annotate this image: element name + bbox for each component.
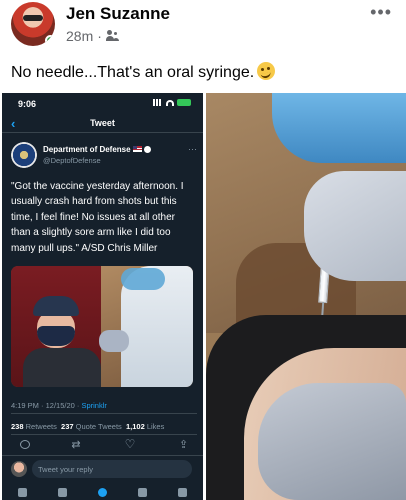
- quotes-label: Quote Tweets: [75, 422, 122, 431]
- tweet-nav-title: Tweet: [90, 118, 115, 128]
- blue-sleeve-shape: [272, 93, 406, 163]
- face-mask-shape: [37, 326, 75, 346]
- tab-bar: [2, 484, 203, 500]
- reply-avatar: [11, 461, 27, 477]
- caption-text: No needle...That's an oral syringe.: [11, 64, 255, 81]
- likes-count: 1,102: [125, 422, 145, 431]
- cap-shape: [33, 296, 79, 316]
- post-caption: No needle...That's an oral syringe.: [11, 62, 276, 82]
- reply-icon: [20, 440, 30, 449]
- online-status-icon: [45, 35, 55, 46]
- tweet-photo: [11, 266, 193, 387]
- reply-bar: Tweet your reply: [2, 456, 203, 484]
- woozy-face-emoji-icon: [257, 62, 276, 80]
- retweet-icon: [71, 438, 83, 452]
- meta-separator: ·: [97, 28, 102, 44]
- like-icon: [125, 437, 137, 452]
- tweet-stats: 238 Retweets 237 Quote Tweets 1,102 Like…: [11, 422, 164, 431]
- dod-seal-avatar: [11, 142, 37, 168]
- upper-glove-shape: [304, 171, 406, 281]
- divider: [11, 434, 197, 435]
- glove-shape: [99, 330, 129, 352]
- verified-badge-icon: [143, 146, 151, 153]
- tweet-author: Department of Defense @DeptofDefense ···: [11, 142, 201, 170]
- share-icon: [178, 438, 190, 452]
- battery-icon: [177, 99, 191, 106]
- face-shield-shape: [121, 268, 165, 290]
- tweet-author-name-text: Department of Defense: [43, 145, 131, 154]
- tweet-screenshot-image[interactable]: 9:06 ‹ Tweet Department of Defense @Dept…: [2, 93, 203, 500]
- reply-input: Tweet your reply: [32, 460, 192, 478]
- likes-label: Likes: [146, 422, 165, 431]
- author-name[interactable]: Jen Suzanne: [66, 4, 170, 24]
- quotes-count: 237: [61, 422, 74, 431]
- tweet-source: Sprinklr: [81, 401, 107, 410]
- author-avatar[interactable]: [11, 2, 55, 46]
- status-icons: [153, 99, 191, 106]
- tweet-timestamp: 4:19 PM · 12/15/20 · Sprinklr: [11, 401, 107, 410]
- lower-glove-shape: [258, 383, 406, 500]
- photo-nurse: [121, 266, 193, 387]
- home-tab-icon: [17, 487, 27, 497]
- tweet-actions: [20, 437, 190, 454]
- more-options-button[interactable]: •••: [370, 2, 392, 23]
- tweet-text: "Got the vaccine yesterday afternoon. I …: [11, 181, 184, 254]
- wifi-icon: [166, 99, 174, 106]
- status-time: 9:06: [18, 99, 37, 109]
- signal-icon: [153, 99, 163, 106]
- retweets-count: 238: [11, 422, 24, 431]
- post-time[interactable]: 28m: [66, 28, 93, 44]
- sunglasses-shape: [23, 15, 43, 21]
- friends-audience-icon[interactable]: [105, 30, 120, 42]
- tweet-author-name: Department of Defense: [43, 145, 151, 154]
- post-header: Jen Suzanne 28m · •••: [0, 0, 406, 56]
- search-tab-icon: [57, 487, 67, 497]
- notifications-tab-icon: [138, 487, 148, 497]
- messages-tab-icon: [178, 487, 188, 497]
- divider: [11, 413, 197, 414]
- vaccination-closeup-image[interactable]: [206, 93, 406, 500]
- tweet-timestamp-text: 4:19 PM · 12/15/20 ·: [11, 401, 82, 410]
- photo-man: [23, 296, 101, 387]
- tweet-nav-bar: ‹ Tweet: [2, 113, 203, 133]
- tweet-author-handle: @DeptofDefense: [43, 156, 101, 165]
- retweets-label: Retweets: [25, 422, 57, 431]
- tweet-more-icon: ···: [188, 144, 197, 154]
- post-meta: 28m ·: [66, 28, 120, 44]
- phone-status-bar: 9:06: [2, 93, 203, 111]
- spaces-tab-icon: [97, 487, 107, 497]
- us-flag-icon: [132, 146, 142, 152]
- shirt-shape: [23, 348, 101, 387]
